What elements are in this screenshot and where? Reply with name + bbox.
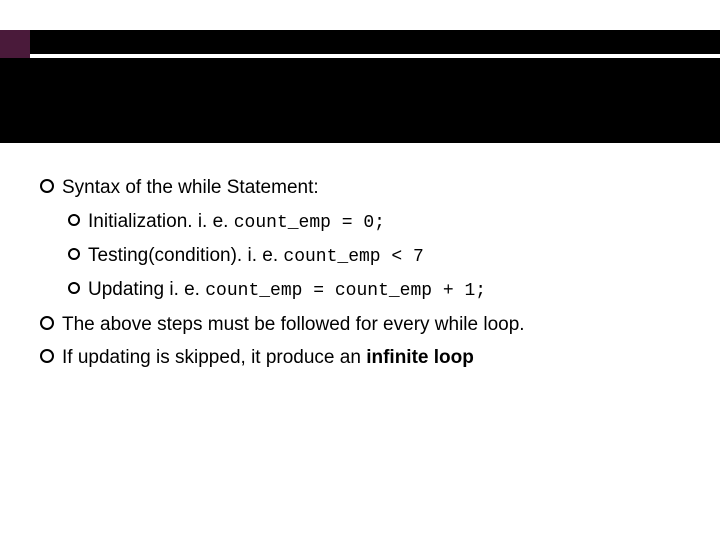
text-bold: infinite loop xyxy=(366,347,474,368)
bullet-updating: Updating i. e. count_emp = count_emp + 1… xyxy=(68,277,680,303)
bullet-text: Syntax of the while Statement: xyxy=(62,175,680,201)
slide: Syntax of the while Statement: Initializ… xyxy=(0,0,720,540)
bullet-text: The above steps must be followed for eve… xyxy=(62,312,680,338)
text-pre: If updating is skipped, it produce an xyxy=(62,347,366,368)
bullet-infinite-loop: If updating is skipped, it produce an in… xyxy=(40,345,680,371)
header-main xyxy=(0,58,720,143)
header-top-bar xyxy=(30,30,720,54)
label: Testing(condition) xyxy=(88,245,237,266)
bullet-text: Initialization. i. e. count_emp = 0; xyxy=(88,209,680,235)
bullet-text: Testing(condition). i. e. count_emp < 7 xyxy=(88,243,680,269)
code-snippet: count_emp = 0; xyxy=(234,213,385,233)
label: Updating xyxy=(88,279,164,300)
circle-bullet-icon xyxy=(40,179,54,193)
bullet-syntax: Syntax of the while Statement: xyxy=(40,175,680,201)
circle-bullet-icon xyxy=(40,316,54,330)
bullet-followed: The above steps must be followed for eve… xyxy=(40,312,680,338)
sep: i. e. xyxy=(164,279,205,300)
content-area: Syntax of the while Statement: Initializ… xyxy=(40,175,680,379)
circle-bullet-icon xyxy=(40,349,54,363)
circle-bullet-icon xyxy=(68,214,80,226)
header-block xyxy=(0,30,720,143)
bullet-initialization: Initialization. i. e. count_emp = 0; xyxy=(68,209,680,235)
bullet-text: If updating is skipped, it produce an in… xyxy=(62,345,680,371)
code-snippet: count_emp = count_emp + 1; xyxy=(205,281,486,301)
circle-bullet-icon xyxy=(68,248,80,260)
sep: . i. e. xyxy=(187,211,233,232)
label: Initialization xyxy=(88,211,187,232)
code-snippet: count_emp < 7 xyxy=(283,247,423,267)
sep: . i. e. xyxy=(237,245,283,266)
header-accent xyxy=(0,30,30,58)
circle-bullet-icon xyxy=(68,282,80,294)
bullet-testing: Testing(condition). i. e. count_emp < 7 xyxy=(68,243,680,269)
bullet-text: Updating i. e. count_emp = count_emp + 1… xyxy=(88,277,680,303)
